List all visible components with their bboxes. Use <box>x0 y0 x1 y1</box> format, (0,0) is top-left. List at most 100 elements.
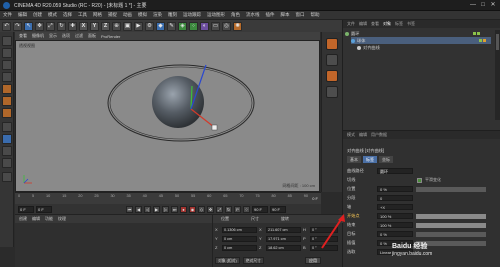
subdivision-icon[interactable]: ◈ <box>178 21 187 31</box>
play-icon[interactable]: ▶ <box>153 205 160 213</box>
recent-icon[interactable]: ✚ <box>68 21 77 31</box>
light-icon[interactable]: ✺ <box>233 21 242 31</box>
texture-mode-icon[interactable] <box>2 60 12 70</box>
prev-frame-icon[interactable]: ◁ <box>144 205 151 213</box>
menu-mograph[interactable]: 运动图形 <box>207 12 225 18</box>
spline-path-link[interactable]: 圆环 <box>377 168 413 174</box>
om-tab-edit[interactable]: 编辑 <box>359 21 367 27</box>
render-settings-icon[interactable]: ⚙ <box>145 21 154 31</box>
menu-motion-tracker[interactable]: 运动跟踪 <box>183 12 201 18</box>
menu-character[interactable]: 角色 <box>231 12 240 18</box>
layers-tab-icon[interactable] <box>326 86 338 98</box>
move-icon[interactable]: ✥ <box>35 21 44 31</box>
enable-axis-icon[interactable] <box>2 122 12 132</box>
menu-animate[interactable]: 动画 <box>123 12 132 18</box>
visibility-toggle[interactable] <box>473 31 485 36</box>
maximize-button[interactable]: □ <box>478 1 488 9</box>
model-mode-icon[interactable] <box>2 48 12 58</box>
start-frame-field[interactable]: 0 F <box>36 205 52 213</box>
scale-icon[interactable]: ⤢ <box>46 21 55 31</box>
target-field[interactable]: 0 % <box>377 231 413 237</box>
current-frame-field[interactable]: 0 F <box>18 205 34 213</box>
viewport-menu-display[interactable]: 显示 <box>49 33 57 39</box>
live-select-icon[interactable]: ↖ <box>24 21 33 31</box>
menu-window[interactable]: 窗口 <box>296 12 305 18</box>
param-key-icon[interactable]: P <box>234 205 241 213</box>
y-axis-icon[interactable]: Y <box>90 21 99 31</box>
rotate-icon[interactable]: ↻ <box>57 21 66 31</box>
cube-icon[interactable]: ◆ <box>156 21 165 31</box>
polygons-mode-icon[interactable] <box>2 108 12 118</box>
attr-tab-coord[interactable]: 坐标 <box>379 156 393 163</box>
goto-end-icon[interactable]: ⏭ <box>171 205 178 213</box>
tangential-checkbox[interactable] <box>417 177 422 183</box>
menu-mode[interactable]: 模式 <box>48 12 57 18</box>
x-axis-icon[interactable]: X <box>79 21 88 31</box>
workplane-icon[interactable] <box>2 72 12 82</box>
content-browser-icon[interactable] <box>326 54 338 66</box>
size-x-field[interactable]: 211.607 cm <box>266 226 301 233</box>
pos-y-field[interactable]: 0 cm <box>222 235 257 242</box>
pos-z-field[interactable]: 0 cm <box>222 244 257 251</box>
rotation-key-icon[interactable]: ↻ <box>225 205 232 213</box>
menu-sculpt[interactable]: 雕刻 <box>168 12 177 18</box>
am-tab-mode[interactable]: 模式 <box>347 132 355 138</box>
start-field[interactable]: 100 % <box>377 213 413 219</box>
redo-icon[interactable]: ↷ <box>13 21 22 31</box>
viewport-menu-view[interactable]: 查看 <box>19 33 27 39</box>
mat-menu-texture[interactable]: 纹理 <box>58 216 66 222</box>
pos-x-field[interactable]: 0.1306 cm <box>222 226 257 233</box>
menu-script[interactable]: 脚本 <box>281 12 290 18</box>
om-tab-tags[interactable]: 标签 <box>395 21 403 27</box>
coord-system-icon[interactable]: ⊕ <box>112 21 121 31</box>
keyframe-selection-icon[interactable]: ◇ <box>198 205 205 213</box>
camera-icon[interactable]: ◎ <box>222 21 231 31</box>
z-axis-icon[interactable]: Z <box>101 21 110 31</box>
position-field[interactable]: 0 % <box>377 186 413 192</box>
viewport-menu-prorender[interactable]: ProRender <box>101 34 120 39</box>
position-slider[interactable] <box>416 186 486 192</box>
object-row[interactable]: 球体 <box>351 37 491 44</box>
timeline[interactable]: 0 5 10 15 20 25 30 35 40 45 50 55 60 65 70 75 80 85 90 0 F <box>15 192 321 204</box>
close-button[interactable]: ✕ <box>488 1 498 9</box>
menu-snap[interactable]: 捕捉 <box>108 12 117 18</box>
record-icon[interactable]: ● <box>180 205 187 213</box>
menu-simulate[interactable]: 模拟 <box>138 12 147 18</box>
preview-max-field[interactable]: 90 F <box>270 205 286 213</box>
prev-key-icon[interactable]: ◀ <box>135 205 142 213</box>
tweak-icon[interactable] <box>2 134 12 144</box>
visibility-toggle[interactable] <box>479 38 491 43</box>
menu-plugins[interactable]: 插件 <box>266 12 275 18</box>
object-row[interactable]: 对齐曲线 <box>357 44 497 51</box>
menu-select[interactable]: 选择 <box>63 12 72 18</box>
make-editable-icon[interactable] <box>2 36 12 46</box>
menu-render[interactable]: 渲染 <box>153 12 162 18</box>
viewport-menu-cameras[interactable]: 摄像机 <box>32 33 44 39</box>
object-tab-icon[interactable] <box>326 38 338 50</box>
viewport-menu-filter[interactable]: 过滤 <box>75 33 83 39</box>
menu-mesh[interactable]: 网格 <box>93 12 102 18</box>
snap-icon[interactable] <box>2 146 12 156</box>
point-level-icon[interactable]: ⁘ <box>243 205 250 213</box>
mat-menu-edit[interactable]: 编辑 <box>32 216 40 222</box>
am-tab-edit[interactable]: 编辑 <box>359 132 367 138</box>
solo-icon[interactable] <box>2 172 12 182</box>
size-y-field[interactable]: 17.971 cm <box>266 235 301 242</box>
am-tab-userdata[interactable]: 用户数据 <box>371 132 387 138</box>
deformer-icon[interactable]: ◐ <box>200 21 209 31</box>
axis-select[interactable]: +X <box>377 204 413 210</box>
target-slider[interactable] <box>416 231 486 237</box>
menu-help[interactable]: 帮助 <box>311 12 320 18</box>
end-slider[interactable] <box>416 222 486 228</box>
3d-viewport[interactable]: 透视视图 网格间距 : 100 cm <box>15 40 320 192</box>
structure-tab-icon[interactable] <box>326 70 338 82</box>
apply-button[interactable]: 应用 <box>305 257 321 264</box>
array-icon[interactable]: ⁘ <box>189 21 198 31</box>
autokey-icon[interactable]: ◉ <box>189 205 196 213</box>
undo-icon[interactable]: ↶ <box>2 21 11 31</box>
start-slider[interactable] <box>416 213 486 219</box>
attr-tab-tag[interactable]: 标签 <box>363 156 377 163</box>
pen-icon[interactable]: ✎ <box>167 21 176 31</box>
max-frame-field[interactable]: 90 F <box>252 205 268 213</box>
scene-canvas[interactable] <box>16 41 319 191</box>
